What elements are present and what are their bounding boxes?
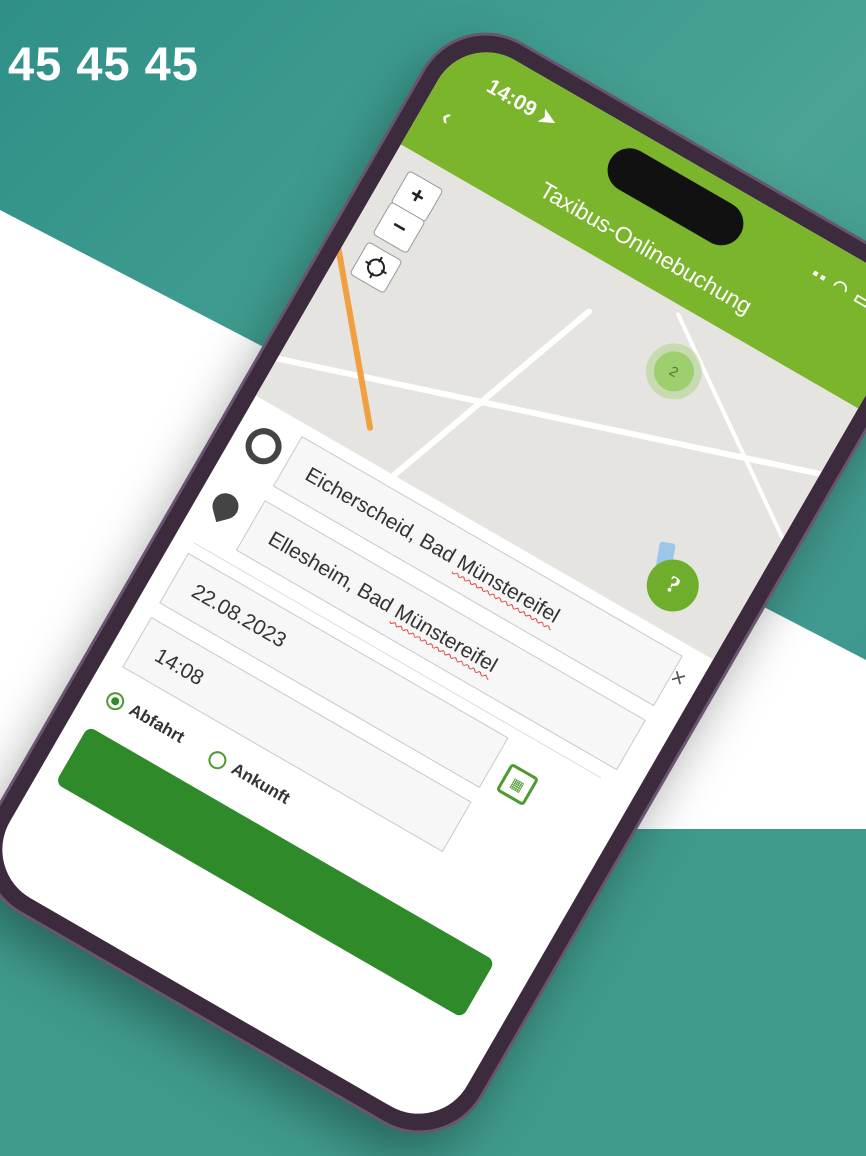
destination-pin-icon <box>209 490 242 523</box>
time-value: 14:08 <box>150 643 208 691</box>
radio-ankunft-label: Ankunft <box>228 759 294 808</box>
map-road <box>390 307 594 480</box>
origin-marker-icon <box>238 421 289 471</box>
radio-ankunft[interactable] <box>205 747 230 773</box>
date-value: 22.08.2023 <box>187 579 291 653</box>
help-button[interactable]: ? <box>637 549 709 621</box>
radio-abfahrt-label: Abfahrt <box>125 700 188 747</box>
radio-abfahrt[interactable] <box>102 688 128 714</box>
locate-button[interactable] <box>349 241 403 294</box>
status-icons: ▪▪ ◠ ▭ <box>808 262 866 314</box>
status-time: 14:09 ➤ <box>482 74 561 134</box>
crosshair-icon <box>365 256 387 279</box>
calendar-icon[interactable]: ▦ <box>495 762 540 807</box>
hotline-number: 45 45 45 <box>8 37 199 90</box>
submit-button[interactable] <box>55 726 496 1019</box>
